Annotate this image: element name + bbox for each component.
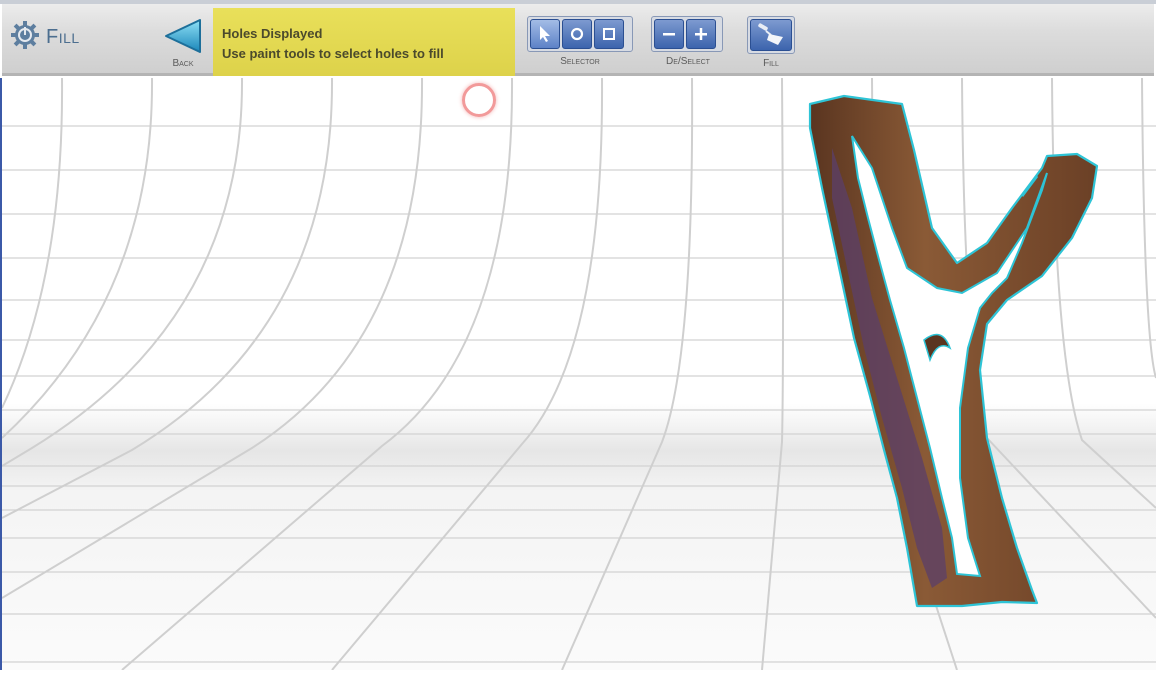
back-button[interactable] <box>162 18 204 54</box>
selector-group <box>527 16 633 52</box>
pointer-select-button[interactable] <box>530 19 560 49</box>
deselect-minus-button[interactable] <box>654 19 684 49</box>
circle-select-button[interactable] <box>562 19 592 49</box>
fill-label: Fill <box>763 58 779 69</box>
3d-viewport[interactable] <box>1 77 1156 671</box>
grid-backdrop <box>1 77 1156 671</box>
app-title: Fill <box>10 20 80 55</box>
arrow-pointer-icon <box>540 26 550 42</box>
status-message: Holes Displayed Use paint tools to selec… <box>213 8 515 76</box>
trowel-fill-icon <box>758 23 783 45</box>
triangle-left-icon <box>165 19 201 53</box>
message-title: Holes Displayed <box>222 26 323 41</box>
paint-cursor <box>462 83 496 117</box>
fill-button[interactable] <box>750 19 792 51</box>
back-label: Back <box>172 58 194 69</box>
square-select-button[interactable] <box>594 19 624 49</box>
message-body: Use paint tools to select holes to fill <box>222 46 444 61</box>
minus-icon <box>663 33 675 36</box>
selector-label: Selector <box>560 56 600 67</box>
app-title-text: Fill <box>46 26 80 48</box>
deselect-group <box>651 16 723 52</box>
select-plus-button[interactable] <box>686 19 716 49</box>
plus-icon <box>695 28 707 40</box>
gear-power-icon <box>10 20 40 55</box>
fill-group <box>747 16 795 54</box>
circle-select-icon <box>570 27 584 41</box>
deselect-label: De/Select <box>666 56 710 67</box>
toolbar: Fill Back Holes Displayed Use paint tool… <box>2 4 1154 76</box>
square-select-icon <box>603 28 615 40</box>
